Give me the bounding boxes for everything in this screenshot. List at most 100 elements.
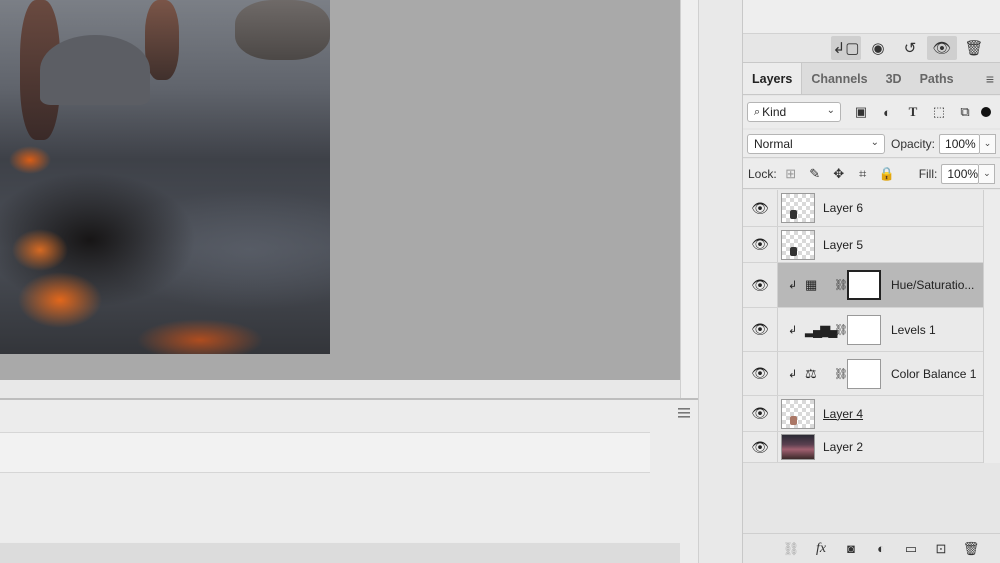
layer-row[interactable]: 👁 Layer 5: [743, 227, 983, 263]
layer-filter-row: ⌕ Kind ⌄ ▣ ◐ T ⬚ ⧉: [743, 96, 1000, 128]
layers-panel-dock: ↲▢ ◉ ↺ 👁 🗑 Layers Channels 3D Paths ≡ ⌕ …: [742, 0, 1000, 563]
thumbnail-figure: [790, 415, 797, 425]
creature-figure-middle: [145, 0, 179, 80]
tab-layers[interactable]: Layers: [743, 63, 803, 94]
chevron-down-icon: ⌄: [826, 105, 835, 116]
color-balance-icon: ⚖: [805, 365, 817, 381]
blend-row: Normal ⌄ Opacity: 100% ⌄: [743, 130, 1000, 158]
fill-input[interactable]: 100%: [941, 163, 980, 184]
layer-name: Hue/Saturatio...: [891, 278, 975, 292]
eye-icon[interactable]: 👁: [743, 352, 777, 395]
layer-row[interactable]: 👁 Layer 4: [743, 396, 983, 432]
link-icon[interactable]: ⛓: [834, 323, 848, 336]
tab-3d[interactable]: 3D: [877, 63, 911, 94]
adjustment-filter-icon[interactable]: ◐: [875, 101, 899, 123]
layer-mask-thumbnail[interactable]: [847, 314, 881, 345]
opacity-dropdown[interactable]: ⌄: [980, 133, 997, 154]
new-layer-icon[interactable]: ⊡: [929, 538, 953, 560]
layer-mask-thumbnail[interactable]: [847, 270, 881, 300]
eye-divider: [777, 308, 778, 351]
lock-row: Lock: ⊞ ✎ ✥ ⌗ 🔒 Fill: 100% ⌄: [743, 159, 1000, 189]
link-layers-icon[interactable]: ⛓: [779, 538, 803, 560]
filter-toggle[interactable]: [981, 107, 991, 117]
creature-figure-right: [235, 0, 330, 60]
layer-mask-thumbnail[interactable]: [847, 358, 881, 389]
chevron-down-icon: ⌄: [870, 136, 879, 148]
add-mask-icon[interactable]: ◙: [839, 538, 863, 560]
blend-mode-select[interactable]: Normal ⌄: [747, 133, 885, 154]
clip-to-layer-icon[interactable]: ↲▢: [831, 36, 861, 60]
clipping-arrow-icon: ↲: [788, 368, 798, 380]
mountain-shape: [40, 35, 150, 105]
lock-all-icon[interactable]: 🔒: [875, 163, 899, 185]
lock-label: Lock:: [748, 166, 777, 181]
blend-mode-value: Normal: [754, 136, 793, 151]
tab-paths[interactable]: Paths: [911, 63, 963, 94]
layer-row[interactable]: 👁 ↲ ⚖ ⛓ Color Balance 1: [743, 352, 983, 396]
lock-transparent-icon[interactable]: ⊞: [779, 163, 803, 185]
panel-dock-gap: [698, 0, 742, 563]
layers-scrollbar[interactable]: [983, 190, 1000, 463]
layer-row[interactable]: 👁 Layer 2: [743, 432, 983, 463]
link-icon[interactable]: ⛓: [834, 367, 848, 380]
bottom-panel-strip: [0, 543, 680, 563]
type-filter-icon[interactable]: T: [901, 101, 925, 123]
tab-channels[interactable]: Channels: [802, 63, 876, 94]
lock-position-icon[interactable]: ✥: [827, 163, 851, 185]
bottom-panel: [0, 398, 698, 563]
eye-divider: [777, 227, 778, 262]
eye-divider: [777, 432, 778, 462]
layers-list: 👁 Layer 6 👁 Layer 5 👁 ↲ ▦ ⛓ Hue/Saturati…: [743, 190, 1000, 463]
shape-filter-icon[interactable]: ⬚: [927, 101, 951, 123]
layer-name: Levels 1: [891, 322, 936, 337]
thumbnail-figure: [790, 210, 797, 219]
new-adjustment-icon[interactable]: ◐: [869, 538, 893, 560]
lock-artboard-icon[interactable]: ⌗: [851, 163, 875, 185]
eye-icon[interactable]: 👁: [743, 227, 777, 262]
new-group-icon[interactable]: ▭: [899, 538, 923, 560]
layer-row-selected[interactable]: 👁 ↲ ▦ ⛓ Hue/Saturatio...: [743, 263, 983, 308]
layer-name: Layer 6: [823, 201, 864, 215]
eye-icon[interactable]: 👁: [743, 396, 777, 431]
eye-icon[interactable]: 👁: [743, 190, 777, 226]
opacity-input[interactable]: 100%: [939, 133, 981, 154]
clipping-arrow-icon: ↲: [788, 279, 798, 292]
delete-adjustment-icon[interactable]: 🗑: [959, 36, 989, 60]
image-filter-icon[interactable]: ▣: [849, 101, 873, 123]
thumbnail-figure: [790, 246, 797, 256]
search-icon: ⌕: [754, 105, 761, 118]
eye-icon[interactable]: 👁: [743, 263, 777, 307]
filter-kind-label: Kind: [762, 105, 787, 119]
panel-menu-icon[interactable]: [678, 408, 690, 418]
hue-saturation-icon: ▦: [805, 277, 818, 292]
document-canvas[interactable]: [0, 0, 330, 354]
eye-divider: [777, 263, 778, 307]
filter-kind-select[interactable]: ⌕ Kind ⌄: [747, 102, 841, 122]
layer-name: Layer 4: [823, 406, 864, 421]
smart-object-filter-icon[interactable]: ⧉: [953, 101, 977, 123]
delete-layer-icon[interactable]: 🗑: [959, 538, 983, 560]
lock-image-icon[interactable]: ✎: [803, 163, 827, 185]
layer-row[interactable]: 👁 ↲ ▂▄▆▄ ⛓ Levels 1: [743, 308, 983, 352]
panel-tabs: Layers Channels 3D Paths ≡: [743, 62, 1000, 95]
document-workspace[interactable]: [0, 0, 680, 380]
fill-dropdown[interactable]: ⌄: [979, 163, 996, 184]
layer-thumbnail: [781, 398, 815, 429]
layer-row[interactable]: 👁 Layer 6: [743, 190, 983, 227]
workspace-vertical-scrollbar[interactable]: [680, 0, 698, 398]
eye-icon[interactable]: 👁: [743, 432, 777, 462]
levels-icon: ▂▄▆▄: [805, 321, 837, 337]
fill-label: Fill:: [918, 166, 938, 181]
fx-icon[interactable]: fx: [809, 538, 833, 560]
reset-adjustment-icon[interactable]: ↺: [895, 36, 925, 60]
link-icon[interactable]: ⛓: [834, 279, 848, 292]
layer-name: Layer 5: [823, 237, 864, 252]
eye-icon[interactable]: 👁: [743, 308, 777, 351]
panel-menu-icon[interactable]: ≡: [979, 63, 1000, 94]
properties-panel-area: [743, 0, 1000, 34]
toggle-visibility-icon[interactable]: 👁: [927, 36, 957, 60]
view-previous-state-icon[interactable]: ◉: [863, 36, 893, 60]
eye-divider: [777, 190, 778, 226]
layer-thumbnail: [781, 434, 815, 460]
bottom-panel-row: [0, 472, 650, 542]
